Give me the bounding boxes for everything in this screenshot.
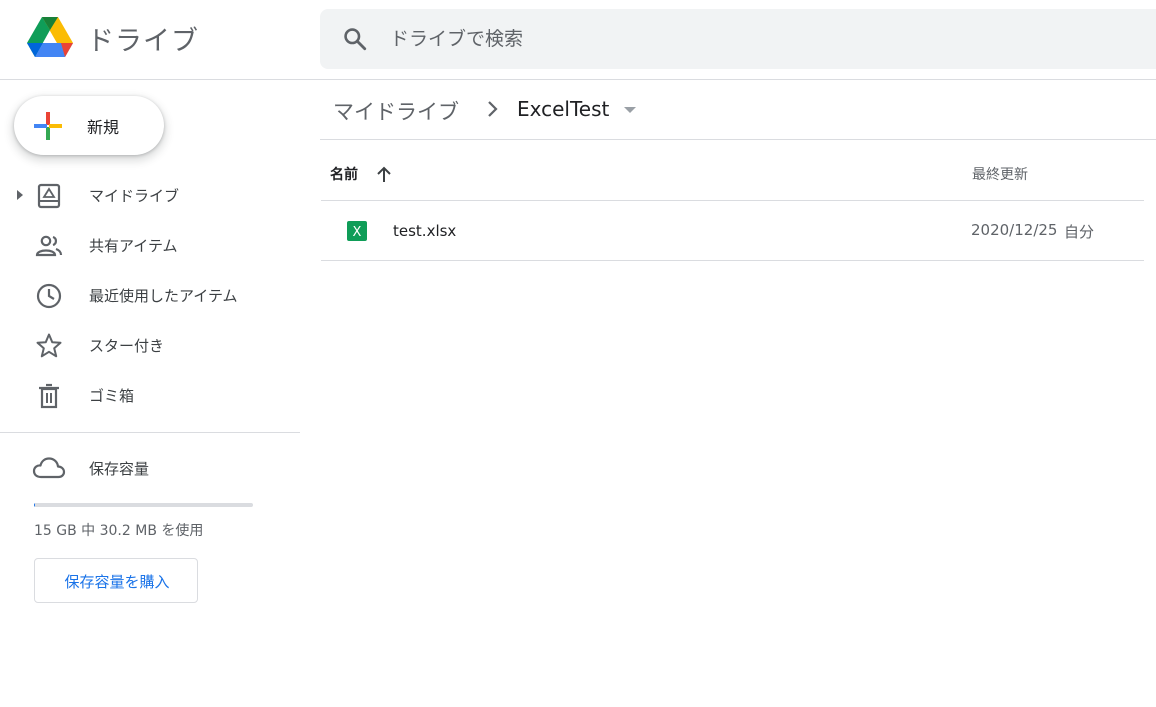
new-button-label: 新規 (87, 118, 120, 137)
row-divider (321, 260, 1144, 261)
clock-icon (36, 283, 62, 309)
file-modified-by: 自分 (1064, 223, 1095, 241)
file-modified-date: 2020/12/25 (971, 221, 1058, 239)
sidebar-divider (0, 432, 300, 433)
sidebar-item-my-drive[interactable]: マイドライブ (0, 171, 298, 217)
app-title[interactable]: ドライブ (87, 19, 199, 58)
column-header-modified[interactable]: 最終更新 (972, 164, 1028, 184)
sidebar-item-label: 最近使用したアイテム (89, 287, 238, 305)
arrow-up-icon[interactable] (376, 166, 392, 183)
buy-storage-button[interactable]: 保存容量を購入 (34, 558, 198, 603)
sidebar-item-shared[interactable]: 共有アイテム (0, 221, 298, 267)
column-header-name[interactable]: 名前 (330, 164, 358, 184)
chevron-right-icon (488, 101, 498, 117)
sidebar-item-starred[interactable]: スター付き (0, 321, 298, 367)
trash-icon (39, 383, 59, 409)
sidebar-item-label: マイドライブ (89, 187, 180, 205)
file-name: test.xlsx (393, 222, 457, 240)
plus-icon (34, 112, 62, 140)
drive-logo-icon[interactable] (26, 16, 74, 60)
svg-text:X: X (353, 225, 362, 240)
file-row[interactable]: X test.xlsx 2020/12/25 自分 (321, 201, 1144, 260)
top-bar: ドライブ (0, 0, 1156, 80)
sidebar-item-label: 共有アイテム (89, 237, 178, 255)
storage-usage-text: 15 GB 中 30.2 MB を使用 (34, 523, 204, 539)
header-divider (320, 139, 1156, 140)
search-icon[interactable] (342, 26, 368, 52)
sidebar-item-label: ゴミ箱 (89, 387, 135, 405)
storage-usage-bar (34, 503, 253, 507)
sidebar-item-recent[interactable]: 最近使用したアイテム (0, 271, 298, 317)
buy-storage-label: 保存容量を購入 (64, 573, 170, 591)
chevron-down-icon[interactable] (623, 106, 637, 114)
breadcrumb-root[interactable]: マイドライブ (333, 96, 459, 126)
shared-icon (35, 235, 63, 257)
new-button[interactable]: 新規 (14, 96, 164, 155)
sidebar-item-label: スター付き (89, 337, 165, 355)
breadcrumb-current-folder[interactable]: ExcelTest (517, 97, 609, 121)
star-icon (36, 333, 62, 358)
search-input[interactable] (390, 24, 1090, 54)
xlsx-icon: X (347, 221, 367, 241)
expand-caret-icon[interactable] (16, 190, 24, 200)
storage-title[interactable]: 保存容量 (89, 458, 149, 479)
sidebar-item-trash[interactable]: ゴミ箱 (0, 371, 298, 417)
my-drive-icon (37, 183, 61, 209)
cloud-icon (32, 457, 66, 479)
